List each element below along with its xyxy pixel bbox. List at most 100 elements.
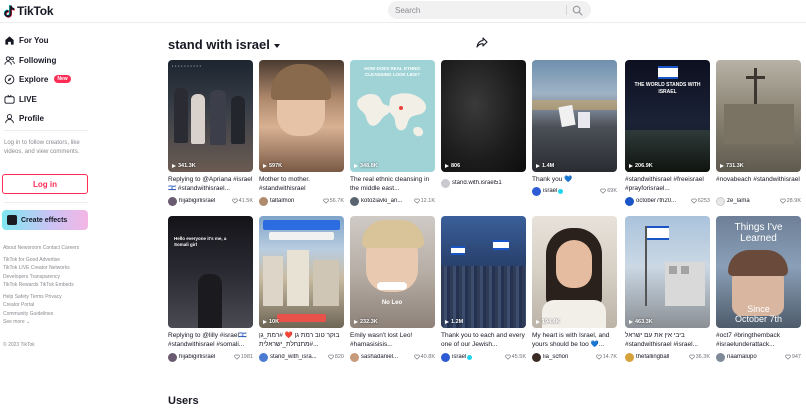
avatar[interactable] [625,196,634,206]
footer-link-newsroom[interactable]: Newsroom [17,245,41,251]
tiktok-logo[interactable]: TikTok [4,4,54,18]
footer-link-tiktok-for-good[interactable]: TikTok for Good [3,257,38,263]
footer-link-tiktok-embeds[interactable]: TikTok Embeds [40,282,74,288]
footer-link-contact[interactable]: Contact [43,245,60,251]
search-input[interactable] [395,1,565,19]
video-thumbnail[interactable]: 731.3K [716,60,801,172]
sidebar-item-for-you[interactable]: For You [4,32,48,48]
video-caption[interactable]: The real ethnic cleansing in the middle … [350,175,435,194]
see-more-link[interactable]: See more ⌄ [3,318,95,327]
avatar[interactable] [168,196,177,206]
create-effects-button[interactable]: Create effects [2,210,88,230]
share-icon[interactable] [476,37,488,48]
avatar[interactable] [441,352,450,362]
hashtag-title[interactable]: stand with israel [168,37,280,52]
avatar[interactable] [441,178,450,188]
author-name[interactable]: stand.with.israel51 [452,180,526,186]
author-name[interactable]: taltalmon [270,198,323,204]
video-caption[interactable]: ביבי אין את עם ישראל #standwithisrael #i… [625,331,710,350]
avatar[interactable] [168,352,177,362]
author-name[interactable]: hijabigirlisrael [179,354,234,360]
video-caption[interactable]: #standwithisrael #freeisrael #prayforisr… [625,175,710,194]
avatar[interactable] [625,352,634,362]
footer-link-tiktok-rewards[interactable]: TikTok Rewards [3,282,38,288]
sidebar-item-live[interactable]: LIVE [4,91,37,107]
avatar[interactable] [532,186,541,196]
video-card[interactable]: 463.3K ביבי אין את עם ישראל #standwithis… [625,216,710,366]
video-card[interactable]: 10K בוקר טוב רמת גן ❤️ #רמת_גן #מתנחלת_י… [259,216,344,366]
author-name[interactable]: ze_lama [727,198,780,204]
author-name[interactable]: stand_with_isra... [270,354,328,360]
video-card[interactable]: HOW DOES REAL ETHNIC CLEANSING LOOK LIKE… [350,60,435,210]
search-icon[interactable] [572,5,583,16]
video-thumbnail[interactable]: 597K [259,60,344,172]
video-caption[interactable]: Thank you to each and every one of our J… [441,331,526,350]
avatar[interactable] [716,352,725,362]
video-caption[interactable]: Replying to @Apriana #israel🇮🇱 #standwit… [168,175,253,194]
video-caption[interactable]: #novabeach #standwithisrael [716,175,801,194]
footer-link-careers[interactable]: Careers [61,245,79,251]
video-card[interactable]: 806 stand.with.israel51 [441,60,526,210]
login-button[interactable]: Log in [2,174,88,194]
video-thumbnail[interactable]: 10K [259,216,344,328]
author-name[interactable]: hijabigirlisrael [179,198,232,204]
author-name[interactable]: israel [452,354,466,360]
video-card[interactable]: No Leo 232.3K Emily wasn't lost Leo! #ha… [350,216,435,366]
video-thumbnail[interactable]: Things I've Learned Since October 7th [716,216,801,328]
avatar[interactable] [350,352,359,362]
video-card[interactable]: 731.3K #novabeach #standwithisrael ze_la… [716,60,801,210]
author-name[interactable]: sashadaniel... [361,354,414,360]
footer-link-community-guidelines[interactable]: Community Guidelines [3,311,53,317]
footer-link-advertise[interactable]: Advertise [39,257,60,263]
footer-link-creator-portal[interactable]: Creator Portal [3,302,34,308]
footer-link-live-creator-networks[interactable]: TikTok LIVE Creator Networks [3,265,70,271]
video-thumbnail[interactable]: · · · · · · · · · · 341.3K [168,60,253,172]
author-name[interactable]: israel [543,188,557,194]
video-thumbnail[interactable]: HOW DOES REAL ETHNIC CLEANSING LOOK LIKE… [350,60,435,172]
sidebar-item-following[interactable]: Following [4,52,56,68]
sidebar-item-profile[interactable]: Profile [4,110,44,126]
author-name[interactable]: lia_schon [543,354,596,360]
video-card[interactable]: 597K Mother to mother. #standwithisrael … [259,60,344,210]
video-thumbnail[interactable]: 1.4M [532,60,617,172]
footer-link-about[interactable]: About [3,245,16,251]
footer-link-help[interactable]: Help [3,294,13,300]
sidebar-item-explore[interactable]: Explore New [4,71,71,87]
video-thumbnail[interactable]: 463.3K [625,216,710,328]
video-caption[interactable]: My heart is with Israel, and yours shoul… [532,331,617,350]
video-card[interactable]: · · · · · · · · · · 341.3K Replying to @… [168,60,253,210]
author-name[interactable]: kotoziavki_an... [361,198,414,204]
video-thumbnail[interactable]: 806 [441,60,526,172]
avatar[interactable] [350,196,359,206]
video-card[interactable]: 1.2M Thank you to each and every one of … [441,216,526,366]
video-thumbnail[interactable]: THE WORLD STANDS WITH ISRAEL 206.9K [625,60,710,172]
video-thumbnail[interactable]: 194.4K [532,216,617,328]
author-name[interactable]: thefallingball [636,354,689,360]
video-caption[interactable]: Replying to @lilly #israel🇮🇱 #standwithi… [168,331,253,350]
video-thumbnail[interactable]: No Leo 232.3K [350,216,435,328]
footer-link-transparency[interactable]: Transparency [30,274,60,280]
video-card[interactable]: THE WORLD STANDS WITH ISRAEL 206.9K #sta… [625,60,710,210]
author-name[interactable]: naamalupo [727,354,785,360]
video-card[interactable]: Things I've Learned Since October 7th #oc… [716,216,801,366]
video-caption[interactable]: #oct7 #bringthemback #israelunderattack.… [716,331,801,350]
video-caption[interactable]: בוקר טוב רמת גן ❤️ #רמת_גן #מתנחלת_ישראל… [259,331,344,350]
footer-link-developers[interactable]: Developers [3,274,28,280]
avatar[interactable] [716,196,725,206]
play-icon [263,164,267,168]
footer-link-privacy[interactable]: Privacy [45,294,61,300]
avatar[interactable] [532,352,541,362]
video-thumbnail[interactable]: Hello everyone it's me, a Somali girl [168,216,253,328]
avatar[interactable] [259,196,268,206]
video-card[interactable]: Hello everyone it's me, a Somali girl Re… [168,216,253,366]
video-caption[interactable]: Mother to mother. #standwithisrael [259,175,344,194]
video-card[interactable]: 194.4K My heart is with Israel, and your… [532,216,617,366]
video-card[interactable]: 1.4M Thank you 💙 israel 69K [532,60,617,210]
view-count: 348.8K [354,163,378,169]
video-thumbnail[interactable]: 1.2M [441,216,526,328]
avatar[interactable] [259,352,268,362]
video-caption[interactable]: Emily wasn't lost Leo! #hamasisisis... [350,331,435,350]
footer-link-safety[interactable]: Safety [15,294,29,300]
author-name[interactable]: october7th20... [636,198,691,204]
footer-link-terms[interactable]: Terms [30,294,44,300]
